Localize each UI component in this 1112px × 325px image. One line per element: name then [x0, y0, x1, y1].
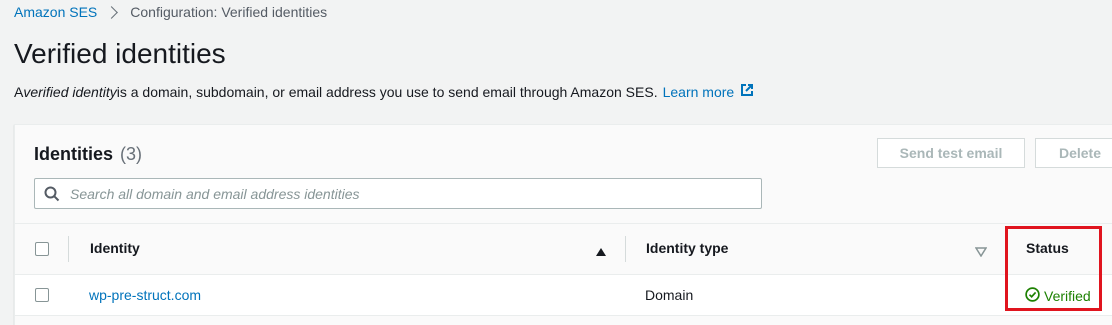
column-header-identity-type[interactable]: Identity type — [646, 240, 728, 256]
identities-panel: Identities (3) Send test email Delete Id… — [14, 124, 1112, 325]
column-header-identity[interactable]: Identity — [90, 240, 140, 256]
identity-link[interactable]: wp-pre-struct.com — [89, 287, 201, 303]
breadcrumb: Amazon SES Configuration: Verified ident… — [14, 4, 327, 20]
page-title: Verified identities — [14, 38, 226, 69]
search-input[interactable] — [68, 184, 752, 203]
table-row[interactable]: wp-pre-struct.com Domain Verified — [15, 275, 1112, 316]
check-circle-icon — [1025, 287, 1040, 305]
identities-panel-header: Identities (3) Send test email Delete — [15, 125, 1112, 223]
identities-count: (3) — [120, 144, 143, 164]
identities-table: Identity Identity type Status wp-pre-str… — [15, 223, 1112, 316]
sort-ascending-icon[interactable] — [595, 244, 607, 262]
identity-type-cell: Domain — [645, 287, 694, 303]
row-select-checkbox[interactable] — [35, 288, 49, 302]
description-prefix: A — [14, 83, 24, 100]
column-divider[interactable] — [1005, 236, 1006, 262]
status-cell: Verified — [1025, 287, 1091, 305]
breadcrumb-amazon-ses-link[interactable]: Amazon SES — [14, 4, 97, 20]
identities-heading: Identities (3) — [34, 144, 142, 165]
external-link-icon[interactable] — [740, 83, 754, 100]
status-text: Verified — [1044, 288, 1091, 304]
column-divider — [68, 236, 69, 262]
select-all-checkbox[interactable] — [35, 242, 49, 256]
chevron-right-icon — [105, 5, 119, 19]
learn-more-link[interactable]: Learn more — [663, 84, 735, 100]
description-suffix: is a domain, subdomain, or email address… — [116, 83, 658, 100]
column-header-status[interactable]: Status — [1026, 240, 1069, 256]
identities-title: Identities — [34, 144, 114, 164]
delete-button[interactable]: Delete — [1035, 138, 1112, 168]
search-box[interactable] — [34, 178, 762, 209]
page-description: A verified identity is a domain, subdoma… — [14, 83, 754, 100]
description-emphasis: verified identity — [23, 83, 117, 100]
table-header-row: Identity Identity type Status — [15, 223, 1112, 275]
breadcrumb-current: Configuration: Verified identities — [130, 4, 328, 20]
sort-icon[interactable] — [974, 244, 988, 262]
column-divider[interactable] — [625, 236, 626, 262]
send-test-email-button[interactable]: Send test email — [877, 138, 1025, 168]
search-icon — [44, 186, 60, 207]
